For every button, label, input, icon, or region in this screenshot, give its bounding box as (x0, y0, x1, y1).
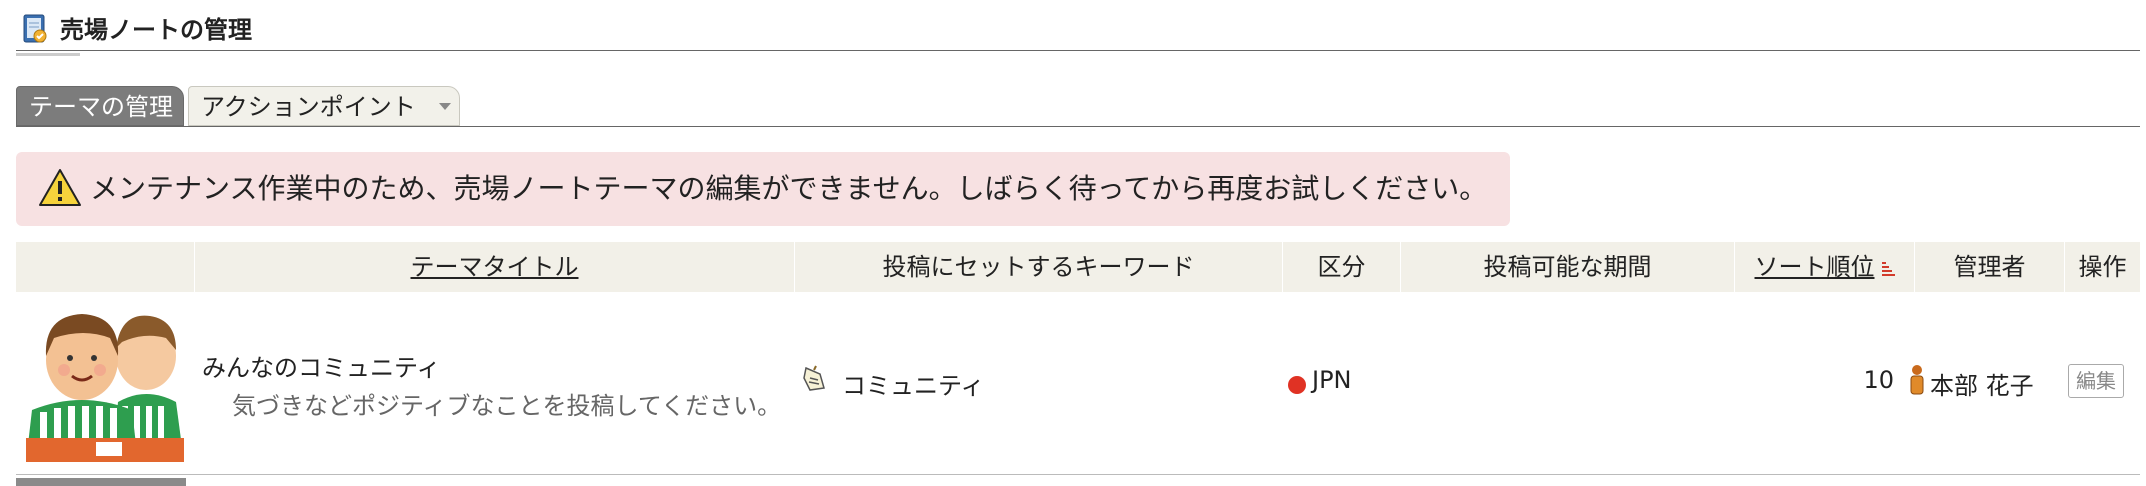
column-header-period: 投稿可能な期間 (1400, 242, 1734, 292)
warning-icon (39, 169, 81, 206)
tab-action-points-label: アクションポイント (201, 93, 416, 121)
theme-title: みんなのコミュニティ (202, 354, 441, 382)
tab-bar: テーマの管理 アクションポイント (16, 84, 2140, 128)
table-header: テーマタイトル 投稿にセットするキーワード 区分 投稿可能な期間 ソート順位 管… (16, 242, 2140, 292)
maintenance-alert: メンテナンス作業中のため、売場ノートテーマの編集ができません。しばらく待ってから… (16, 152, 1510, 226)
chevron-down-icon[interactable] (439, 103, 451, 110)
column-header-title: テーマタイトル (194, 242, 794, 292)
edit-button[interactable]: 編集 (2068, 364, 2124, 398)
theme-description: 気づきなどポジティブなことを投稿してください。 (232, 392, 782, 420)
next-row-thumbnail-edge (16, 478, 186, 486)
column-header-sort: ソート順位 (1734, 242, 1914, 292)
page-header: 売場ノートの管理 (16, 0, 2140, 56)
sort-order-value: 10 (1863, 366, 1894, 394)
category-status-dot (1288, 376, 1306, 394)
hand-tag-icon (803, 365, 825, 391)
manager-name: 本部 花子 (1930, 372, 2034, 400)
page-title: 売場ノートの管理 (60, 16, 252, 44)
column-header-keyword: 投稿にセットするキーワード (794, 242, 1282, 292)
header-divider (16, 50, 2140, 51)
notebook-icon (23, 14, 47, 43)
column-header-image (16, 242, 194, 292)
sort-ascending-icon (1881, 262, 1895, 276)
person-icon (1910, 365, 1924, 395)
tab-action-points[interactable]: アクションポイント (188, 86, 460, 126)
alert-message: メンテナンス作業中のため、売場ノートテーマの編集ができません。しばらく待ってから… (90, 172, 1488, 205)
tab-theme-management[interactable]: テーマの管理 (16, 86, 184, 126)
column-header-manager: 管理者 (1914, 242, 2064, 292)
keyword-text: コミュニティ (842, 372, 985, 400)
header-divider-accent (16, 53, 80, 56)
sort-by-title-link[interactable]: テーマタイトル (411, 253, 579, 281)
table-row: みんなのコミュニティ 気づきなどポジティブなことを投稿してください。 コミュニテ… (16, 292, 2140, 475)
column-header-category: 区分 (1282, 242, 1400, 292)
sort-by-order-link[interactable]: ソート順位 (1755, 253, 1875, 281)
category-text: JPN (1312, 366, 1352, 394)
store-staff-illustration (26, 314, 184, 462)
column-header-actions: 操作 (2064, 242, 2140, 292)
tab-divider (16, 126, 2140, 127)
